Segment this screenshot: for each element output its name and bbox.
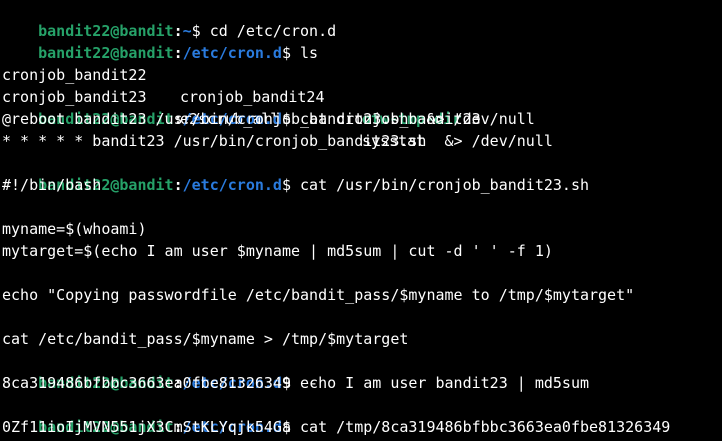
terminal-line: bandit22@bandit:/etc/cron.d$ cat /usr/bi…: [2, 152, 589, 194]
prompt-dollar: $: [281, 44, 301, 62]
terminal-line: bandit22@bandit:/etc/cron.d$ ls: [2, 20, 318, 62]
output-line: cat /etc/bandit_pass/$myname > /tmp/$myt…: [2, 330, 409, 348]
terminal-line: bandit22@bandit:/etc/cron.d$ cat /tmp/8c…: [2, 394, 670, 436]
prompt-colon: :: [173, 44, 183, 62]
prompt-path: /etc/cron.d: [182, 176, 282, 194]
prompt-path: /etc/cron.d: [182, 44, 282, 62]
ls-output-row: cronjob_bandit22 cronjob_bandit24 otw-tm…: [2, 42, 461, 128]
output-line: #!/bin/bash: [2, 176, 102, 194]
terminal-line: bandit22@bandit:/etc/cron.d$ cat cronjob…: [2, 86, 481, 128]
output-line: @reboot bandit23 /usr/bin/cronjob_bandit…: [2, 110, 535, 128]
output-line: * * * * * bandit23 /usr/bin/cronjob_band…: [2, 132, 553, 150]
prompt-user-host: bandit22@bandit: [38, 44, 174, 62]
command-text: echo I am user bandit23 | md5sum: [300, 374, 590, 392]
output-line: mytarget=$(echo I am user $myname | md5s…: [2, 242, 553, 260]
output-line: echo "Copying passwordfile /etc/bandit_p…: [2, 286, 635, 304]
ls-output-row: cronjob_bandit23 e2scrub_all sysstat: [2, 64, 425, 150]
command-text: ls: [300, 44, 319, 62]
terminal-line: bandit22@bandit:/etc/cron.d$ echo I am u…: [2, 350, 589, 392]
terminal-window[interactable]: bandit22@bandit:~$ cd /etc/cron.d bandit…: [0, 0, 722, 441]
password-output-line: 0Zf11ioIjMVN551jX3CmStKLYqjk54Ga: [2, 418, 291, 436]
command-text: cat /tmp/8ca319486bfbbc3663ea0fbe8132634…: [300, 418, 671, 436]
prompt-dollar: $: [281, 176, 301, 194]
prompt-colon: :: [173, 176, 183, 194]
terminal-line: bandit22@bandit:~$ cd /etc/cron.d: [2, 0, 336, 40]
command-text: cat /usr/bin/cronjob_bandit23.sh: [300, 176, 590, 194]
output-line: 8ca319486bfbbc3663ea0fbe81326349 -: [2, 374, 319, 392]
output-line: myname=$(whoami): [2, 220, 147, 238]
